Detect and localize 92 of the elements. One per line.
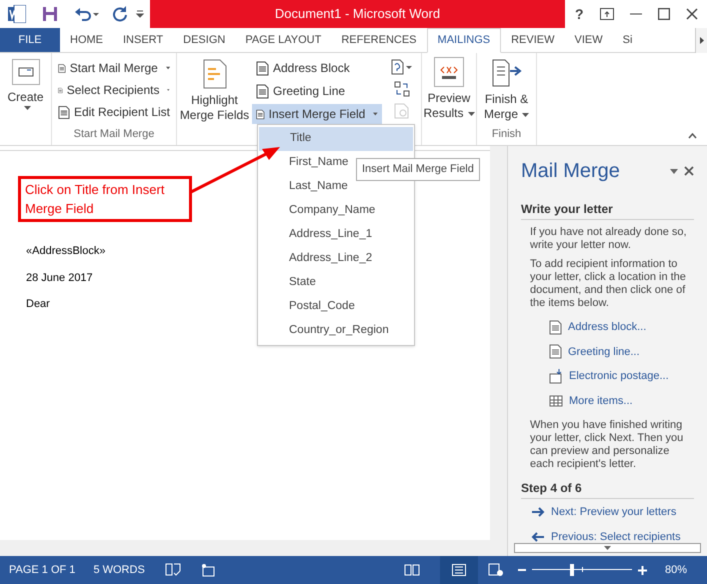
read-mode-icon[interactable] <box>404 563 420 577</box>
collapse-ribbon-icon[interactable] <box>688 133 697 139</box>
file-tab[interactable]: FILE <box>0 28 60 52</box>
pane-link[interactable]: Next: Preview your letters <box>551 504 676 520</box>
caret-icon <box>522 112 529 117</box>
finish-merge-button[interactable]: Finish & Merge <box>484 92 529 122</box>
menu-item[interactable]: State <box>258 271 414 295</box>
tooltip: Insert Mail Merge Field <box>356 158 480 180</box>
table-icon <box>549 394 563 408</box>
document-text: Dear <box>26 297 50 312</box>
zoom-level[interactable]: 80% <box>664 562 687 578</box>
ribbon-button[interactable]: Start Mail Merge <box>58 59 170 77</box>
group-label: Finish <box>492 126 522 142</box>
ribbon-tab[interactable]: DESIGN <box>173 28 236 52</box>
document-icon <box>549 344 562 360</box>
rules-icon[interactable] <box>390 59 412 75</box>
ribbon-button[interactable]: Select Recipients <box>58 81 170 99</box>
menu-item[interactable]: Title <box>259 127 413 151</box>
left-arrow-icon <box>531 532 545 542</box>
ribbon-tab[interactable]: INSERT <box>113 28 174 52</box>
annotation-callout: Click on Title from Insert Merge Field <box>18 176 192 222</box>
redo-icon[interactable] <box>112 6 128 22</box>
document-icon <box>549 320 562 335</box>
zoom-out-icon[interactable] <box>518 566 526 574</box>
menu-item[interactable]: Address_Line_2 <box>258 247 414 271</box>
highlight-fields-icon <box>202 59 226 89</box>
ribbon-button[interactable]: Insert Merge Field <box>252 104 382 124</box>
undo-icon[interactable] <box>74 6 100 22</box>
ribbon-tab[interactable]: VIEW <box>564 28 613 52</box>
caret-icon <box>700 37 704 44</box>
page-count[interactable]: PAGE 1 OF 1 <box>9 562 76 578</box>
caret-icon <box>468 112 474 116</box>
match-fields-icon[interactable] <box>394 81 410 97</box>
envelope-icon <box>12 59 40 85</box>
ribbon-tab[interactable]: HOME <box>60 28 113 52</box>
ribbon-button[interactable]: Address Block <box>252 58 382 78</box>
menu-item[interactable]: Postal_Code <box>258 295 414 319</box>
help-button[interactable]: ? <box>575 4 584 24</box>
section-heading: Write your letter <box>521 200 694 220</box>
caret-icon <box>24 106 31 110</box>
document-text: 28 June 2017 <box>26 270 93 286</box>
scroll-tabs-button[interactable] <box>695 28 707 53</box>
right-arrow-icon <box>531 507 545 518</box>
preview-results-button[interactable]: Preview Results <box>423 91 474 121</box>
maximize-icon[interactable] <box>658 8 670 20</box>
ribbon-tab[interactable]: REVIEW <box>501 28 565 52</box>
create-button[interactable]: Create <box>7 88 44 110</box>
pane-link[interactable]: More items... <box>569 392 633 409</box>
word-count[interactable]: 5 WORDS <box>93 562 145 578</box>
document-icon <box>256 84 269 98</box>
pane-paragraph: If you have not already done so, write your letter now. <box>529 226 688 252</box>
document-icon <box>256 60 269 76</box>
abc-preview-icon <box>434 57 464 87</box>
proofing-icon[interactable] <box>164 563 181 577</box>
caret-icon <box>604 546 611 550</box>
ribbon-tab[interactable]: Si <box>612 28 642 52</box>
ribbon-display-icon[interactable] <box>600 8 614 20</box>
print-layout-button[interactable] <box>440 556 478 584</box>
zoom-slider-thumb[interactable] <box>570 564 574 576</box>
pane-paragraph: To add recipient information to your letter, click a location in the document, and then click one of the items below. <box>529 258 687 310</box>
document-text: «AddressBlock» <box>26 244 106 259</box>
web-layout-icon[interactable] <box>488 563 504 577</box>
pane-link[interactable]: Previous: Select recipients <box>551 528 681 545</box>
ribbon-tab[interactable]: MAILINGS <box>426 28 502 53</box>
pane-link[interactable]: Address block... <box>568 319 646 336</box>
print-layout-icon <box>452 564 466 576</box>
ribbon-tab[interactable]: PAGE LAYOUT <box>235 28 332 52</box>
ribbon-button[interactable]: Greeting Line <box>252 81 382 101</box>
menu-item[interactable]: Company_Name <box>258 199 414 223</box>
window-title: Document1 - Microsoft Word <box>150 0 565 28</box>
ribbon-tab[interactable]: REFERENCES <box>331 28 427 52</box>
pane-link[interactable]: Greeting line... <box>568 344 640 360</box>
close-icon[interactable] <box>684 166 694 176</box>
postage-icon <box>549 368 563 384</box>
word-app-icon[interactable] <box>8 5 26 23</box>
customize-icon[interactable] <box>136 10 144 18</box>
group-label: Start Mail Merge <box>72 126 156 142</box>
close-icon[interactable] <box>686 8 698 20</box>
document-icon <box>58 104 70 120</box>
pane-link[interactable]: Electronic postage... <box>569 368 669 384</box>
highlight-merge-fields-button[interactable]: Highlight Merge Fields <box>180 93 250 123</box>
pane-title: Mail Merge <box>521 159 620 184</box>
macro-icon[interactable] <box>200 563 215 577</box>
pane-options-icon[interactable] <box>670 168 678 174</box>
zoom-in-icon[interactable] <box>638 566 647 574</box>
menu-item[interactable]: Country_or_Region <box>258 319 414 343</box>
pane-paragraph: When you have finished writing your letter, click Next. Then you can preview and personalize each recipient's letter. <box>529 419 684 471</box>
pane-scroll-button[interactable] <box>514 543 701 553</box>
ribbon-button[interactable]: Edit Recipient List <box>58 103 170 121</box>
section-heading: Step 4 of 6 <box>521 479 694 499</box>
menu-item[interactable]: Address_Line_1 <box>258 223 414 247</box>
finish-merge-icon <box>490 57 524 89</box>
